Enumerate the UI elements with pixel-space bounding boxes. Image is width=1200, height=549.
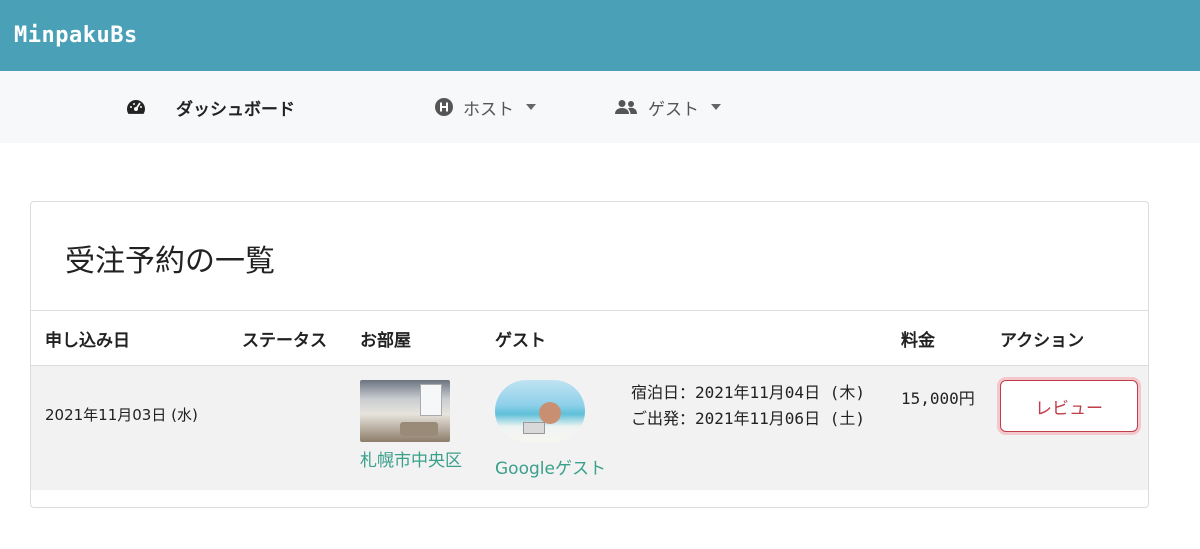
h-circle-icon [435, 98, 453, 116]
row-date: 2021年11月03日 (水) [45, 406, 198, 424]
room-cell [360, 380, 450, 442]
review-button[interactable]: レビュー [1000, 380, 1138, 432]
header-guest: ゲスト [495, 330, 546, 351]
gauge-icon [127, 100, 146, 114]
checkout-date: ご出発：2021年11月06日 (土) [631, 409, 865, 428]
header-price: 料金 [901, 330, 935, 351]
nav-bar: ダッシュボード ホスト ゲスト [0, 71, 1200, 143]
reservations-card: 受注予約の一覧 申し込み日 ステータス お部屋 ゲスト 料金 アクション 202… [30, 201, 1149, 508]
guest-cell [495, 380, 585, 442]
chevron-down-icon [526, 104, 536, 110]
room-thumbnail[interactable] [360, 380, 450, 442]
nav-guest-label: ゲスト [648, 99, 699, 120]
users-icon [615, 100, 637, 114]
row-price: 15,000円 [901, 389, 975, 408]
brand-logo[interactable]: MinpakuBs [14, 23, 138, 48]
nav-dashboard-label: ダッシュボード [176, 99, 295, 120]
table-header: 申し込み日 ステータス お部屋 ゲスト 料金 アクション [31, 310, 1148, 366]
header-date: 申し込み日 [45, 330, 130, 351]
top-bar: MinpakuBs [0, 0, 1200, 71]
nav-guest-dropdown[interactable]: ゲスト [614, 71, 721, 143]
header-room: お部屋 [360, 330, 411, 351]
stay-dates: 宿泊日：2021年11月04日 (木) ご出発：2021年11月06日 (土) [631, 380, 865, 432]
guest-avatar[interactable] [495, 380, 585, 442]
header-action: アクション [1000, 330, 1085, 351]
action-cell: レビュー [1000, 380, 1138, 432]
nav-host-dropdown[interactable]: ホスト [435, 71, 536, 143]
checkin-date: 宿泊日：2021年11月04日 (木) [631, 383, 865, 402]
guest-link[interactable]: Googleゲスト [495, 454, 606, 479]
nav-host-label: ホスト [463, 99, 514, 120]
chevron-down-icon [711, 104, 721, 110]
table-row: 2021年11月03日 (水) 札幌市中央区 Googleゲスト 宿泊日：202… [31, 366, 1148, 490]
page-title: 受注予約の一覧 [65, 244, 275, 279]
room-link[interactable]: 札幌市中央区 [360, 446, 462, 471]
header-status: ステータス [242, 330, 327, 351]
nav-dashboard[interactable]: ダッシュボード [126, 71, 295, 143]
